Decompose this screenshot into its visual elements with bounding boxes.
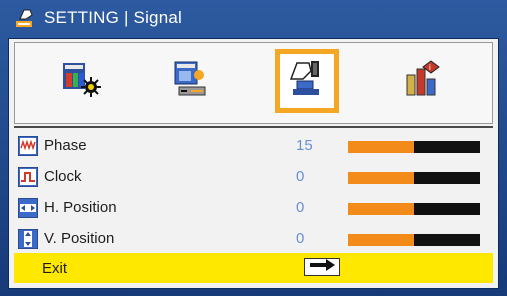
h-position-slider[interactable] [348,203,480,215]
clock-value: 0 [296,168,305,185]
tab-options[interactable]: i [391,49,455,113]
h-position-slider-fill [348,203,414,215]
settings-panel: i Phase 15 Clock 0 H. Position 0 V. Posi… [8,38,499,289]
v-position-label: V. Position [44,230,115,247]
v-position-value: 0 [296,230,305,247]
phase-icon [17,135,39,157]
v-position-slider-fill [348,234,414,246]
h-position-label: H. Position [44,199,117,216]
clock-label: Clock [44,168,82,185]
svg-text:i: i [429,63,431,72]
tab-setting[interactable] [275,49,339,113]
phase-slider[interactable] [348,141,480,153]
clock-slider[interactable] [348,172,480,184]
h-position-icon [17,197,39,219]
v-position-icon [17,228,39,250]
options-info-icon: i [403,59,443,104]
menu-row-clock[interactable]: Clock 0 [14,161,493,193]
phase-value: 15 [296,137,313,154]
exit-row[interactable]: Exit [14,253,493,283]
h-position-value: 0 [296,199,305,216]
right-arrow-icon [308,258,336,276]
setting-hand-icon [287,59,327,104]
menu-row-phase[interactable]: Phase 15 [14,130,493,162]
tab-display[interactable] [159,49,223,113]
menu-row-v-position[interactable]: V. Position 0 [14,223,493,255]
display-settings-icon [171,59,211,104]
divider [14,126,493,128]
setting-hand-icon [14,7,36,29]
phase-slider-fill [348,141,414,153]
exit-label: Exit [42,260,68,277]
v-position-slider[interactable] [348,234,480,246]
clock-icon [17,166,39,188]
tab-image[interactable] [49,49,113,113]
osd-menu: SETTING | Signal i Phase 15 Clock 0 H. P… [0,0,507,296]
phase-label: Phase [44,137,87,154]
image-settings-icon [61,59,101,104]
exit-button[interactable] [304,258,340,276]
window-title: SETTING | Signal [44,8,182,27]
clock-slider-fill [348,172,414,184]
tab-bar: i [14,42,493,124]
title-bar: SETTING | Signal [0,0,507,36]
menu-row-h-position[interactable]: H. Position 0 [14,192,493,224]
